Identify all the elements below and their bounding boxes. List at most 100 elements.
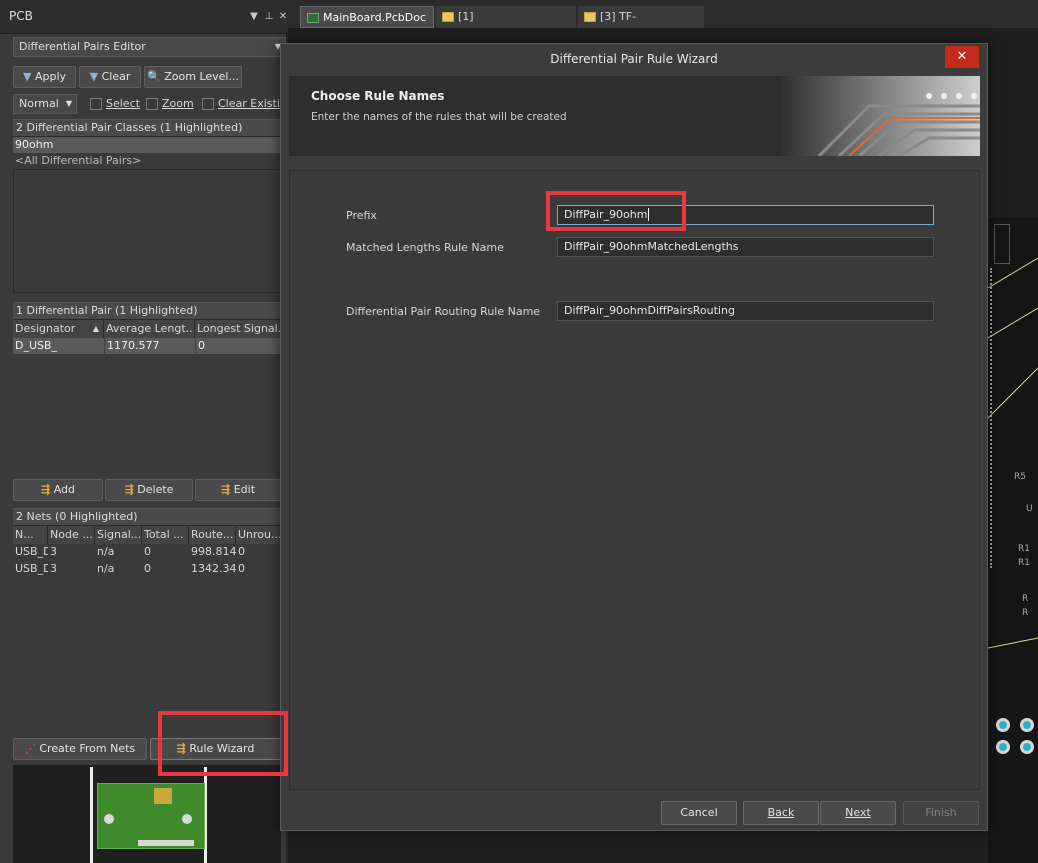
- signal-cell: n/a: [97, 545, 115, 558]
- finish-button[interactable]: Finish: [903, 801, 979, 825]
- sort-up-icon: ▲: [92, 324, 99, 333]
- diff-pair-add-icon: ⇶: [40, 483, 51, 496]
- checkbox-box[interactable]: [90, 98, 102, 110]
- column-longest-signal[interactable]: Longest Signal...: [195, 320, 281, 338]
- routed-cell: 1342.341: [191, 562, 236, 575]
- zoom-level-label: Zoom Level...: [164, 70, 239, 83]
- classes-empty-area: [13, 169, 281, 293]
- via-pad: [1020, 740, 1034, 754]
- select-checkbox[interactable]: Select: [90, 97, 140, 110]
- prefix-highlight-box: [546, 191, 686, 231]
- document-tabs: MainBoard.PcbDoc * [1] MainBoard.SchDoc …: [288, 6, 1038, 46]
- circuit-art-image: [779, 76, 980, 156]
- tab-mainboard-pcbdoc[interactable]: MainBoard.PcbDoc *: [300, 6, 434, 46]
- total-cell: 0: [144, 562, 151, 575]
- select-label: Select: [106, 97, 140, 110]
- view-mode-select[interactable]: Normal ▼: [13, 94, 77, 114]
- column-designator[interactable]: Designator ▲: [13, 320, 104, 338]
- net-name-cell: USB_D: [15, 562, 48, 575]
- apply-label: Apply: [34, 70, 67, 83]
- preview-divider: [90, 767, 93, 863]
- rule-wizard-highlight-box: [158, 711, 288, 776]
- panel-header: PCB ▼ ⊥ ✕: [0, 0, 287, 34]
- net-name-cell: USB_D: [15, 545, 48, 558]
- routing-rule-input[interactable]: DiffPair_90ohmDiffPairsRouting: [557, 301, 934, 321]
- table-row[interactable]: USB_D 3 n/a 0 1342.341 0: [13, 561, 281, 578]
- ratsnest-lines: [988, 257, 1038, 649]
- signal-cell: n/a: [97, 562, 115, 575]
- pin-icon[interactable]: ⊥: [262, 10, 276, 24]
- unrouted-cell: 0: [238, 562, 245, 575]
- clear-filter-icon: ▼: [89, 70, 99, 83]
- delete-label: Delete: [137, 483, 174, 496]
- tab-tf-card-schdoc[interactable]: [3] TF-Card.SchDoc: [578, 6, 704, 45]
- pad-thumbnail: [104, 814, 114, 824]
- via-pad: [996, 718, 1010, 732]
- panel-menu-icon[interactable]: ▼: [247, 10, 261, 24]
- close-button[interactable]: ✕: [945, 46, 979, 68]
- column-routed[interactable]: Route...: [189, 526, 236, 544]
- node-count-cell: 3: [50, 545, 57, 558]
- tab-mainboard-schdoc[interactable]: [1] MainBoard.SchDoc: [436, 6, 576, 45]
- connector-thumbnail: [138, 840, 194, 846]
- class-item-90ohm[interactable]: 90ohm: [13, 137, 281, 153]
- cancel-button[interactable]: Cancel: [661, 801, 737, 825]
- board-preview[interactable]: [13, 765, 281, 863]
- table-row[interactable]: USB_D 3 n/a 0 998.814 0: [13, 544, 281, 561]
- classes-header: 2 Differential Pair Classes (1 Highlight…: [13, 119, 281, 137]
- table-row[interactable]: D_USB_ 1170.577 0: [13, 338, 281, 354]
- add-button[interactable]: ⇶ Add: [13, 479, 103, 501]
- edit-label: Edit: [233, 483, 256, 496]
- banner-subtitle: Enter the names of the rules that will b…: [311, 111, 567, 123]
- cell-average: 1170.577: [104, 338, 195, 354]
- zoom-level-button[interactable]: 🔍 Zoom Level...: [144, 66, 242, 88]
- edit-button[interactable]: ⇶ Edit: [195, 479, 281, 501]
- diff-pair-delete-icon: ⇶: [124, 483, 134, 496]
- wizard-content: Prefix DiffPair_90ohm Matched Lengths Ru…: [289, 170, 980, 790]
- mode-select-value: Differential Pairs Editor: [19, 40, 146, 53]
- matched-lengths-input[interactable]: DiffPair_90ohmMatchedLengths: [557, 237, 934, 257]
- checkbox-box[interactable]: [146, 98, 158, 110]
- column-unrouted[interactable]: Unrou...: [236, 526, 281, 544]
- classes-list: 2 Differential Pair Classes (1 Highlight…: [13, 119, 281, 295]
- apply-button[interactable]: ▼ Apply: [13, 66, 76, 88]
- banner-title: Choose Rule Names: [311, 89, 445, 103]
- zoom-label: Zoom: [162, 97, 194, 110]
- total-cell: 0: [144, 545, 151, 558]
- pairs-list: 1 Differential Pair (1 Highlighted) Desi…: [13, 302, 281, 472]
- view-mode-value: Normal: [19, 97, 59, 110]
- pcb-thumbnail: [97, 783, 205, 849]
- panel-title: PCB: [9, 9, 33, 23]
- delete-button[interactable]: ⇶ Delete: [105, 479, 193, 501]
- nets-header: 2 Nets (0 Highlighted): [13, 508, 281, 526]
- nets-list: 2 Nets (0 Highlighted) N... Node ... Sig…: [13, 508, 281, 728]
- create-nets-icon: ⋰: [24, 742, 36, 755]
- nets-columns: N... Node ... Signal... Total ... Route.…: [13, 526, 281, 544]
- column-name[interactable]: N...: [13, 526, 48, 544]
- clear-existing-checkbox[interactable]: Clear Existing: [202, 97, 287, 110]
- back-button[interactable]: Back: [743, 801, 819, 825]
- chevron-down-icon: ▼: [65, 99, 72, 108]
- column-node-count[interactable]: Node ...: [48, 526, 95, 544]
- dialog-title: Differential Pair Rule Wizard: [281, 44, 987, 74]
- checkbox-box[interactable]: [202, 98, 214, 110]
- close-icon: ✕: [956, 49, 968, 64]
- create-from-nets-label: Create From Nets: [39, 742, 136, 755]
- column-total[interactable]: Total ...: [142, 526, 189, 544]
- column-average-length[interactable]: Average Lengt...: [104, 320, 195, 338]
- sch-doc-icon: [442, 12, 454, 22]
- next-button[interactable]: Next: [820, 801, 896, 825]
- zoom-checkbox[interactable]: Zoom: [146, 97, 194, 110]
- matched-lengths-label: Matched Lengths Rule Name: [346, 241, 504, 254]
- via-pad: [996, 740, 1010, 754]
- clear-button[interactable]: ▼ Clear: [79, 66, 141, 88]
- mode-select[interactable]: Differential Pairs Editor ▼: [13, 37, 286, 57]
- class-item-all[interactable]: <All Differential Pairs>: [13, 153, 281, 169]
- pad-thumbnail: [182, 814, 192, 824]
- cell-longest: 0: [195, 338, 281, 354]
- component-thumbnail: [154, 788, 172, 804]
- create-from-nets-button[interactable]: ⋰ Create From Nets: [13, 738, 147, 760]
- filter-icon: ▼: [22, 70, 32, 83]
- node-count-cell: 3: [50, 562, 57, 575]
- column-signal[interactable]: Signal...: [95, 526, 142, 544]
